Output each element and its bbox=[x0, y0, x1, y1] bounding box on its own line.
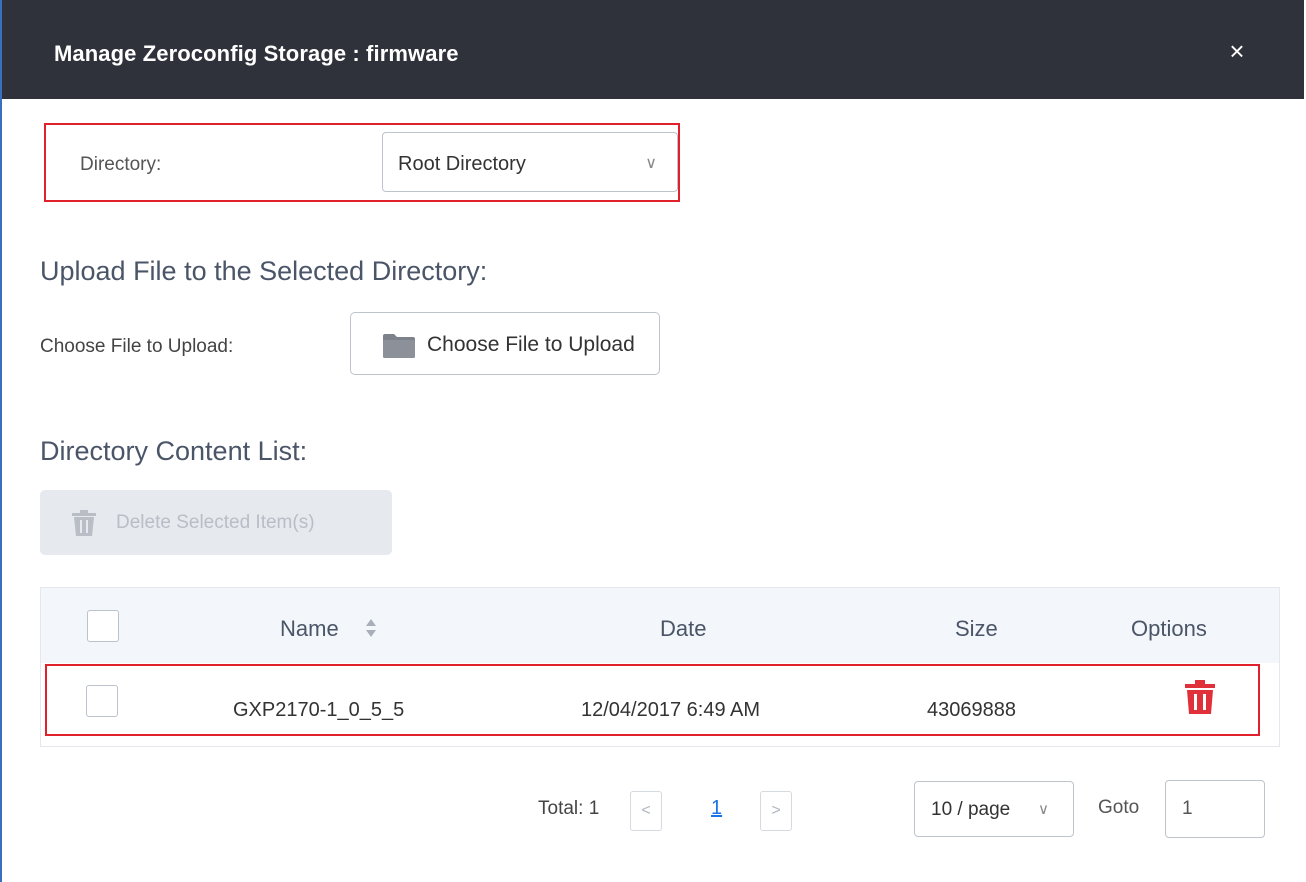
choose-file-button[interactable]: Choose File to Upload bbox=[350, 312, 660, 375]
delete-selected-label: Delete Selected Item(s) bbox=[116, 512, 315, 533]
directory-label: Directory: bbox=[80, 154, 162, 175]
choose-file-label: Choose File to Upload: bbox=[40, 336, 234, 357]
row-checkbox[interactable] bbox=[86, 685, 118, 717]
page-size-select[interactable]: 10 / page ∨ bbox=[914, 781, 1074, 837]
column-header-options: Options bbox=[1131, 616, 1207, 641]
column-header-date: Date bbox=[660, 616, 707, 641]
trash-icon bbox=[72, 510, 96, 536]
folder-icon bbox=[383, 334, 415, 358]
delete-row-icon[interactable] bbox=[1185, 680, 1215, 714]
sort-icon[interactable] bbox=[365, 618, 377, 638]
dialog-title: Manage Zeroconfig Storage : firmware bbox=[54, 41, 459, 66]
choose-file-button-label: Choose File to Upload bbox=[427, 333, 635, 356]
goto-label: Goto bbox=[1098, 797, 1140, 818]
column-header-size: Size bbox=[955, 616, 998, 641]
close-icon[interactable]: × bbox=[1224, 38, 1250, 64]
page-size-value: 10 / page bbox=[931, 799, 1011, 820]
delete-selected-button[interactable]: Delete Selected Item(s) bbox=[40, 490, 392, 555]
next-page-button[interactable]: > bbox=[760, 791, 792, 831]
upload-heading: Upload File to the Selected Directory: bbox=[40, 256, 488, 286]
goto-page-input[interactable] bbox=[1165, 780, 1265, 838]
chevron-down-icon: ∨ bbox=[645, 155, 657, 172]
dialog-header: Manage Zeroconfig Storage : firmware × bbox=[2, 0, 1304, 99]
directory-select[interactable]: Root Directory ∨ bbox=[382, 132, 678, 192]
zeroconfig-dialog: Manage Zeroconfig Storage : firmware × D… bbox=[0, 0, 1304, 882]
pagination-total: Total: 1 bbox=[538, 798, 600, 819]
chevron-down-icon: ∨ bbox=[1038, 801, 1049, 818]
directory-select-value: Root Directory bbox=[398, 153, 526, 175]
table-header: Name Date Size Options bbox=[41, 588, 1279, 663]
content-list-heading: Directory Content List: bbox=[40, 436, 308, 466]
row-size: 43069888 bbox=[927, 699, 1016, 721]
select-all-checkbox[interactable] bbox=[87, 610, 119, 642]
prev-page-button[interactable]: < bbox=[630, 791, 662, 831]
page-number-1[interactable]: 1 bbox=[711, 797, 722, 820]
row-date: 12/04/2017 6:49 AM bbox=[581, 699, 761, 721]
row-name: GXP2170-1_0_5_5 bbox=[233, 699, 405, 721]
column-header-name[interactable]: Name bbox=[280, 616, 339, 642]
